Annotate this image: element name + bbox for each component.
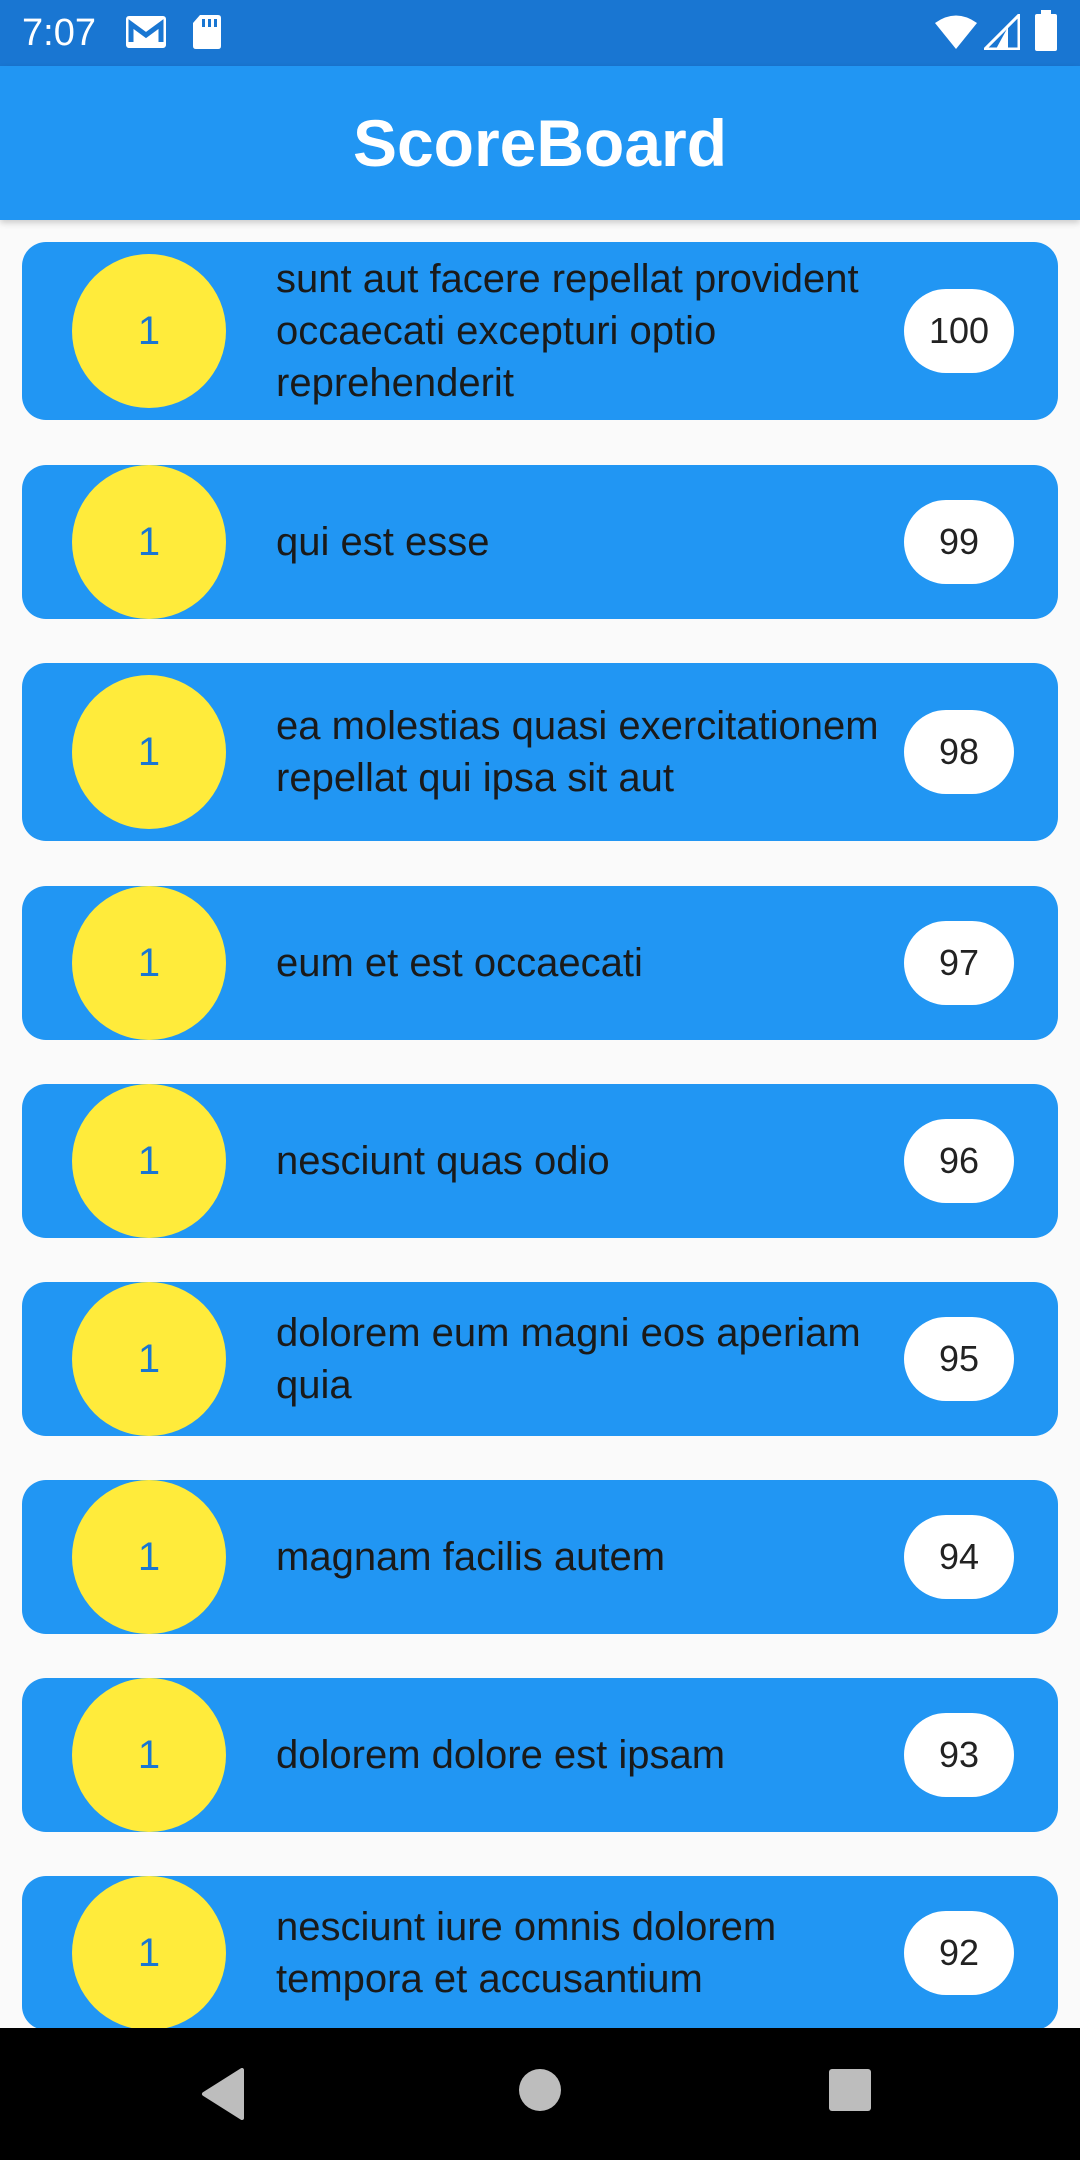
rank-badge: 1	[72, 886, 226, 1040]
rank-badge: 1	[72, 254, 226, 408]
recents-icon[interactable]	[828, 2068, 872, 2112]
rank-badge: 1	[72, 1084, 226, 1238]
navigation-bar	[0, 2028, 1080, 2160]
page-title: ScoreBoard	[352, 106, 728, 180]
list-item[interactable]: 1 sunt aut facere repellat provident occ…	[22, 242, 1058, 420]
score-badge: 100	[904, 289, 1014, 373]
entry-title: eum et est occaecati	[276, 941, 643, 985]
score-badge: 92	[904, 1911, 1014, 1995]
list-item[interactable]: 1 nesciunt quas odio 96	[22, 1084, 1058, 1238]
rank-badge: 1	[72, 1678, 226, 1832]
gmail-icon	[126, 16, 166, 48]
list-item[interactable]: 1 eum et est occaecati 97	[22, 886, 1058, 1040]
list-item[interactable]: 1 ea molestias quasi exercitationem repe…	[22, 663, 1058, 841]
rank-badge: 1	[72, 675, 226, 829]
score-badge: 95	[904, 1317, 1014, 1401]
list-item[interactable]: 1 qui est esse 99	[22, 465, 1058, 619]
list-item[interactable]: 1 dolorem dolore est ipsam 93	[22, 1678, 1058, 1832]
back-icon[interactable]	[196, 2068, 248, 2120]
wifi-icon	[935, 15, 977, 49]
entry-title: sunt aut facere repellat provident occae…	[276, 257, 859, 405]
score-list[interactable]: 1 sunt aut facere repellat provident occ…	[0, 220, 1080, 2028]
status-bar: 7:07	[0, 0, 1080, 66]
entry-title: dolorem eum magni eos aperiam quia	[276, 1311, 861, 1407]
score-badge: 99	[904, 500, 1014, 584]
score-badge: 93	[904, 1713, 1014, 1797]
rank-badge: 1	[72, 1282, 226, 1436]
entry-title: ea molestias quasi exercitationem repell…	[276, 704, 879, 800]
list-item[interactable]: 1 magnam facilis autem 94	[22, 1480, 1058, 1634]
score-badge: 98	[904, 710, 1014, 794]
sd-card-icon	[193, 15, 221, 49]
rank-badge: 1	[72, 1876, 226, 2028]
score-badge: 96	[904, 1119, 1014, 1203]
rank-badge: 1	[72, 465, 226, 619]
entry-title: nesciunt iure omnis dolorem tempora et a…	[276, 1905, 777, 2001]
entry-title: nesciunt quas odio	[276, 1139, 610, 1183]
status-time: 7:07	[22, 12, 96, 54]
app-bar: ScoreBoard	[0, 66, 1080, 220]
score-badge: 94	[904, 1515, 1014, 1599]
signal-icon	[984, 14, 1020, 50]
home-icon[interactable]	[518, 2068, 562, 2112]
score-badge: 97	[904, 921, 1014, 1005]
entry-title: dolorem dolore est ipsam	[276, 1733, 726, 1777]
entry-title: magnam facilis autem	[276, 1535, 666, 1579]
battery-icon	[1035, 10, 1057, 51]
rank-badge: 1	[72, 1480, 226, 1634]
list-item[interactable]: 1 dolorem eum magni eos aperiam quia 95	[22, 1282, 1058, 1436]
entry-title: qui est esse	[276, 520, 490, 564]
list-item[interactable]: 1 nesciunt iure omnis dolorem tempora et…	[22, 1876, 1058, 2028]
